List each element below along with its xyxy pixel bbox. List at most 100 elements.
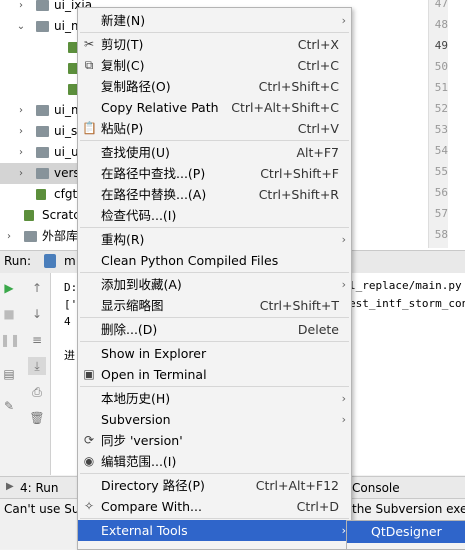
menu-item[interactable]: 📋 粘贴(P) Ctrl+V (78, 118, 351, 139)
menu-item-label: Clean Python Compiled Files (101, 253, 279, 268)
folder-icon (36, 147, 49, 158)
run-icon[interactable]: ▶ (0, 279, 18, 297)
console-line-right: l_replace/main.py (349, 279, 462, 292)
menu-item[interactable]: 检查代码...(I) (78, 205, 351, 226)
menu-item[interactable]: Subversion › (78, 409, 351, 430)
tree-row[interactable] (0, 37, 78, 58)
run-side-toolbar: ▶ ↑ ■ ↓ ❚❚ ≡ ▤ ⤓ ⎙ ✎ 🗑 (0, 273, 51, 475)
menu-item-shortcut: Ctrl+V (297, 121, 339, 136)
folder-icon (36, 21, 49, 32)
menu-item-label: 在路径中替换...(A) (101, 187, 207, 202)
line-number: 54 (434, 144, 448, 157)
scroll-to-end-icon[interactable]: ⤓ (28, 357, 46, 375)
menu-item[interactable]: 在路径中查找...(P) Ctrl+Shift+F (78, 163, 351, 184)
menu-item-label: 编辑范围...(I) (101, 454, 177, 469)
soft-wrap-icon[interactable]: ≡ (28, 331, 46, 349)
layout-icon[interactable]: ▤ (0, 365, 18, 383)
tree-row[interactable]: › vers (0, 163, 80, 184)
menu-item[interactable]: ▣ Open in Terminal (78, 364, 351, 385)
tree-row[interactable]: › ui_u (0, 142, 79, 163)
menu-item[interactable]: 查找使用(U) Alt+F7 (78, 142, 351, 163)
run-tab-name[interactable]: m (64, 254, 76, 268)
menu-item[interactable]: ✂ 剪切(T) Ctrl+X (78, 34, 351, 55)
run-label: Run: (4, 254, 32, 268)
stop-icon[interactable]: ■ (0, 305, 18, 323)
menu-item-label: 显示缩略图 (101, 298, 164, 313)
editor-area[interactable] (448, 0, 465, 248)
menu-item-icon: ▣ (83, 367, 95, 381)
tree-row[interactable]: cfgt (0, 184, 77, 205)
menu-item[interactable]: 复制路径(O) Ctrl+Shift+C (78, 76, 351, 97)
menu-item[interactable]: 本地历史(H) › (78, 388, 351, 409)
line-number: 53 (434, 123, 448, 136)
tree-row[interactable]: › 外部库 (0, 226, 79, 247)
menu-item-icon: ◉ (83, 454, 95, 468)
tree-row[interactable]: › ui_ixia (0, 0, 92, 16)
menu-item-shortcut: Alt+F7 (296, 145, 339, 160)
console-tool-tab[interactable]: Console (352, 481, 400, 495)
console-line: 进 (64, 349, 75, 362)
chevron-right-icon[interactable]: › (16, 121, 26, 142)
chevron-right-icon[interactable]: › (16, 100, 26, 121)
menu-separator (80, 518, 349, 519)
trash-icon[interactable]: 🗑 (28, 409, 46, 427)
menu-item[interactable]: ⟳ 同步 'version' (78, 430, 351, 451)
tree-row[interactable] (0, 79, 78, 100)
menu-item-label: 同步 'version' (101, 433, 183, 448)
tree-row[interactable]: Scratch (0, 205, 87, 226)
chevron-right-icon[interactable]: › (4, 226, 14, 247)
tree-row[interactable]: › ui_m (0, 100, 83, 121)
menu-item-icon: ✂ (83, 37, 95, 51)
tree-row[interactable] (0, 58, 78, 79)
menu-item[interactable]: 添加到收藏(A) › (78, 274, 351, 295)
menu-item[interactable]: 删除...(D) Delete (78, 319, 351, 340)
folder-icon (36, 126, 49, 137)
line-number: 47 (434, 0, 448, 10)
pause-icon[interactable]: ❚❚ (0, 331, 20, 349)
menu-item-shortcut: Ctrl+Shift+T (259, 298, 339, 313)
chevron-right-icon[interactable]: › (16, 0, 26, 16)
menu-item[interactable]: Clean Python Compiled Files (78, 250, 351, 271)
run-tool-tab[interactable]: 4: Run (20, 481, 59, 495)
chevron-down-icon[interactable]: ⌄ (16, 16, 26, 37)
status-right-text: the Subversion exe (352, 502, 465, 516)
chevron-right-icon[interactable]: › (16, 142, 26, 163)
pin-icon[interactable]: ✎ (0, 397, 18, 415)
chevron-right-icon[interactable]: › (16, 163, 26, 184)
line-number: 52 (434, 102, 448, 115)
menu-item-label: Subversion (101, 412, 171, 427)
menu-item-label: 复制路径(O) (101, 79, 171, 94)
menu-item[interactable]: External Tools › (78, 520, 351, 541)
submenu-item-qtdesigner[interactable]: QtDesigner (347, 521, 465, 543)
menu-item[interactable]: 新建(N) › (78, 10, 351, 31)
menu-item-label: 粘贴(P) (101, 121, 144, 136)
menu-item-label: Show in Explorer (101, 346, 207, 361)
menu-separator (80, 386, 349, 387)
menu-item-shortcut: Delete (297, 322, 339, 337)
menu-item[interactable]: 在路径中替换...(A) Ctrl+Shift+R (78, 184, 351, 205)
menu-item[interactable]: 显示缩略图 Ctrl+Shift+T (78, 295, 351, 316)
menu-item[interactable]: Directory 路径(P) Ctrl+Alt+F12 (78, 475, 351, 496)
tree-row[interactable]: ⌄ ui_m (0, 16, 83, 37)
menu-item[interactable]: ✧ Compare With... Ctrl+D (78, 496, 351, 517)
tree-row-label: 外部库 (42, 229, 79, 243)
menu-separator (80, 473, 349, 474)
menu-separator (80, 317, 349, 318)
menu-item[interactable]: Copy Relative Path Ctrl+Alt+Shift+C (78, 97, 351, 118)
up-arrow-icon[interactable]: ↑ (28, 279, 46, 297)
menu-item[interactable]: ◉ 编辑范围...(I) (78, 451, 351, 472)
print-icon[interactable]: ⎙ (28, 383, 46, 401)
submenu-item-label: QtDesigner (371, 524, 442, 539)
console-line: 4 (64, 315, 71, 328)
menu-item-shortcut: Ctrl+C (297, 58, 339, 73)
menu-item[interactable]: Show in Explorer (78, 343, 351, 364)
line-number: 56 (434, 186, 448, 199)
menu-item-label: Open in Terminal (101, 367, 207, 382)
down-arrow-icon[interactable]: ↓ (28, 305, 46, 323)
menu-item[interactable]: ⧉ 复制(C) Ctrl+C (78, 55, 351, 76)
tree-row[interactable]: › ui_s (0, 121, 77, 142)
menu-item-icon: ⟳ (83, 433, 95, 447)
menu-item-label: 查找使用(U) (101, 145, 170, 160)
console-line: D: (64, 281, 78, 294)
menu-item[interactable]: 重构(R) › (78, 229, 351, 250)
